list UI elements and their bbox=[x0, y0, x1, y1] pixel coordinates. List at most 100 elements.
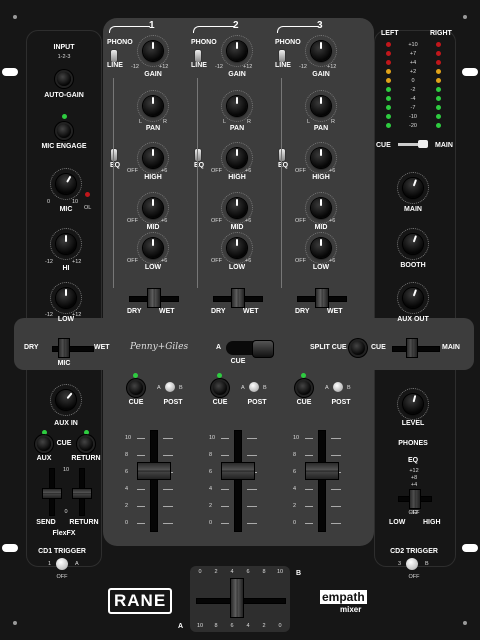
mid-max-label: +6 bbox=[245, 218, 252, 224]
pan-label: PAN bbox=[229, 125, 245, 132]
mic-fx-cap[interactable] bbox=[58, 338, 70, 358]
cue-mix-cap[interactable] bbox=[406, 338, 418, 358]
channel-2-low-knob[interactable] bbox=[227, 238, 247, 258]
fader-tick bbox=[163, 523, 173, 524]
cd2-trigger-switch[interactable] bbox=[406, 558, 418, 570]
meter-led bbox=[386, 114, 391, 119]
channel-1-low-knob[interactable] bbox=[143, 238, 163, 258]
return-button[interactable] bbox=[79, 437, 93, 451]
channel-3-gain-knob[interactable] bbox=[311, 41, 331, 61]
fader-scale-label: 2 bbox=[293, 503, 297, 509]
channel-1-fx-cap[interactable] bbox=[147, 288, 161, 308]
mic-hi-min: -12 bbox=[45, 259, 53, 265]
channel-3-mid-knob[interactable] bbox=[311, 198, 331, 218]
pan-left: L bbox=[307, 119, 311, 125]
channel-1-mid-knob[interactable] bbox=[143, 198, 163, 218]
channel-1-number: 1 bbox=[149, 20, 155, 31]
meter-scale-label: -2 bbox=[410, 87, 416, 93]
meter-led bbox=[386, 60, 391, 65]
mic-hi-knob[interactable] bbox=[56, 234, 76, 254]
fader-tick bbox=[305, 489, 313, 490]
aux-led bbox=[42, 430, 47, 435]
cd2-trigger-label: CD2 TRIGGER bbox=[390, 548, 438, 555]
fader-tick bbox=[163, 506, 173, 507]
phones-label: PHONES bbox=[398, 440, 428, 447]
channel-1-gain-knob[interactable] bbox=[143, 41, 163, 61]
fader-tick bbox=[137, 455, 145, 456]
channel-1-high-knob[interactable] bbox=[143, 148, 163, 168]
meter-led bbox=[386, 42, 391, 47]
meter-led bbox=[386, 51, 391, 56]
aux-button[interactable] bbox=[37, 437, 51, 451]
channel-3-eq-switch[interactable] bbox=[278, 148, 286, 162]
mic-low-knob[interactable] bbox=[56, 288, 76, 308]
channel-3-high-knob[interactable] bbox=[311, 148, 331, 168]
mixer-logo-text: mixer bbox=[340, 605, 362, 614]
channel-2-cue-button[interactable] bbox=[213, 381, 227, 395]
cue-pan-cap[interactable] bbox=[252, 340, 274, 358]
channel-3-low-knob[interactable] bbox=[311, 238, 331, 258]
low-max-label: +6 bbox=[329, 258, 336, 264]
cd2-option-off: OFF bbox=[408, 574, 420, 580]
mid-off-label: OFF bbox=[211, 218, 222, 224]
return-fader-cap[interactable] bbox=[72, 488, 92, 499]
crossfader-cap[interactable] bbox=[230, 578, 244, 618]
channel-2-high-knob[interactable] bbox=[227, 148, 247, 168]
phones-level-label: LEVEL bbox=[401, 420, 425, 427]
meter-source-cap[interactable] bbox=[418, 140, 428, 148]
main-knob-label: MAIN bbox=[404, 206, 422, 213]
pan-label: PAN bbox=[145, 125, 161, 132]
high-max-label: +6 bbox=[329, 168, 336, 174]
mic-fx-dry-label: DRY bbox=[24, 344, 39, 351]
meter-scale-label: -20 bbox=[409, 123, 417, 129]
eq-label: EQ bbox=[278, 162, 289, 169]
channel-1-eq-switch[interactable] bbox=[110, 148, 118, 162]
channel-3-input-switch[interactable] bbox=[278, 49, 286, 63]
mic-engage-button[interactable] bbox=[57, 124, 71, 138]
channel-1-fader-cap[interactable] bbox=[137, 461, 171, 480]
channel-1-input-switch[interactable] bbox=[110, 49, 118, 63]
channel-3-fader-cap[interactable] bbox=[305, 461, 339, 480]
channel-2-pan-knob[interactable] bbox=[227, 96, 247, 116]
aux-cue-label: CUE bbox=[56, 440, 72, 447]
crossfader-scale-label: 0 bbox=[198, 569, 202, 575]
line-label: LINE bbox=[275, 62, 291, 69]
crossfader-scale-label: 10 bbox=[196, 623, 204, 629]
fader-scale-label: 4 bbox=[209, 486, 213, 492]
crossfader-scale-label: 6 bbox=[230, 623, 234, 629]
cue-label: CUE bbox=[212, 399, 228, 406]
channel-1-cue-button[interactable] bbox=[129, 381, 143, 395]
channel-3-post-switch[interactable] bbox=[333, 382, 343, 392]
aux-out-knob-label: AUX OUT bbox=[397, 316, 429, 323]
cd1-option-a: A bbox=[75, 561, 79, 567]
channel-3-pan-knob[interactable] bbox=[311, 96, 331, 116]
mic-engage-led bbox=[62, 114, 67, 119]
channel-2-gain-knob[interactable] bbox=[227, 41, 247, 61]
channel-3-fx-cap[interactable] bbox=[315, 288, 329, 308]
fader-scale-label: 8 bbox=[125, 452, 129, 458]
channel-2-fader-cap[interactable] bbox=[221, 461, 255, 480]
channel-3-cue-button[interactable] bbox=[297, 381, 311, 395]
post-a-label: A bbox=[241, 385, 245, 391]
fx-wet-label: WET bbox=[159, 308, 175, 315]
channel-2-input-switch[interactable] bbox=[194, 49, 202, 63]
channel-1-pan-knob[interactable] bbox=[143, 96, 163, 116]
channel-2-mid-knob[interactable] bbox=[227, 198, 247, 218]
screw bbox=[463, 15, 467, 19]
channel-2-fx-cap[interactable] bbox=[231, 288, 245, 308]
send-fader-cap[interactable] bbox=[42, 488, 62, 499]
channel-2-post-switch[interactable] bbox=[249, 382, 259, 392]
channel-2-eq-switch[interactable] bbox=[194, 148, 202, 162]
input-label: INPUT bbox=[53, 44, 75, 51]
input-select-button[interactable] bbox=[57, 72, 71, 86]
channel-1-post-switch[interactable] bbox=[165, 382, 175, 392]
high-label: HIGH bbox=[228, 174, 246, 181]
fader-scale-label: 2 bbox=[209, 503, 213, 509]
fx-wet-label: WET bbox=[327, 308, 343, 315]
channel-1-fader-track bbox=[150, 430, 158, 532]
meter-source-switch[interactable] bbox=[398, 143, 418, 146]
cd1-trigger-switch[interactable] bbox=[56, 558, 68, 570]
split-cue-button[interactable] bbox=[351, 341, 365, 355]
phono-label: PHONO bbox=[107, 39, 133, 46]
phones-eq-cap[interactable] bbox=[409, 489, 421, 509]
